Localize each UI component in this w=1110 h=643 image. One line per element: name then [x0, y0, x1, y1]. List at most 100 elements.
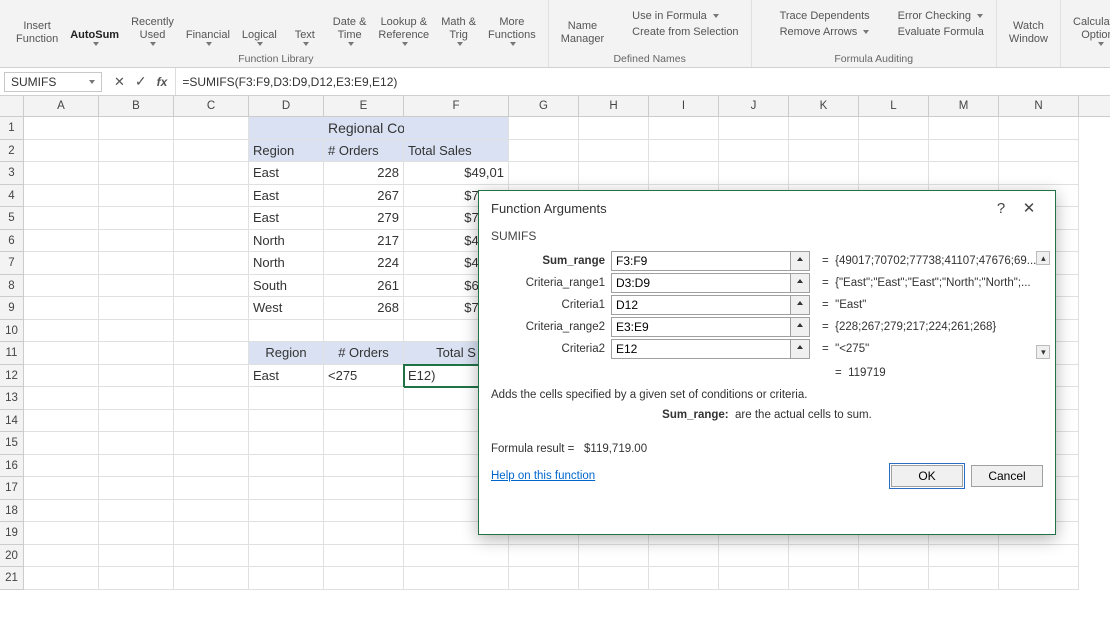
cell[interactable]: 217	[324, 230, 404, 253]
cell[interactable]	[249, 387, 324, 410]
cell[interactable]	[719, 162, 789, 185]
cell[interactable]	[24, 567, 99, 590]
cell[interactable]	[649, 545, 719, 568]
cell[interactable]	[999, 162, 1079, 185]
cell[interactable]	[789, 140, 859, 163]
cell[interactable]	[249, 320, 324, 343]
column-header[interactable]: N	[999, 96, 1079, 116]
insert-function[interactable]: Insert Function	[10, 0, 64, 48]
evaluate-formula[interactable]: Evaluate Formula	[882, 26, 984, 38]
cell[interactable]	[249, 455, 324, 478]
row-header[interactable]: 4	[0, 185, 24, 208]
cell[interactable]	[24, 500, 99, 523]
use-in-formula[interactable]: Use in Formula	[616, 10, 719, 22]
cell[interactable]	[99, 162, 174, 185]
cell[interactable]	[324, 522, 404, 545]
cell[interactable]	[929, 162, 999, 185]
cell[interactable]	[249, 477, 324, 500]
row-header[interactable]: 17	[0, 477, 24, 500]
scroll-up-icon[interactable]: ▴	[1036, 251, 1050, 265]
recently-used[interactable]: Recently Used	[125, 0, 180, 48]
cell[interactable]	[719, 567, 789, 590]
cell[interactable]	[324, 387, 404, 410]
cell[interactable]: Regional Cookie Sales	[324, 117, 404, 140]
cancel-icon[interactable]: ✕	[114, 74, 125, 90]
cell[interactable]	[789, 567, 859, 590]
collapse-dialog-icon[interactable]	[790, 339, 810, 359]
cell[interactable]	[24, 275, 99, 298]
row-header[interactable]: 21	[0, 567, 24, 590]
calculation-options[interactable]: Calculation Options	[1067, 0, 1110, 48]
cell[interactable]: North	[249, 252, 324, 275]
column-header[interactable]: C	[174, 96, 249, 116]
cell[interactable]: 228	[324, 162, 404, 185]
cell[interactable]	[99, 117, 174, 140]
cell[interactable]	[509, 162, 579, 185]
cell[interactable]: # Orders	[324, 140, 404, 163]
cell[interactable]	[174, 252, 249, 275]
cell[interactable]	[719, 545, 789, 568]
cell[interactable]	[174, 297, 249, 320]
arg-input-criteria_range1[interactable]	[611, 273, 791, 293]
collapse-dialog-icon[interactable]	[790, 317, 810, 337]
cell[interactable]	[579, 162, 649, 185]
cell[interactable]	[324, 432, 404, 455]
cell[interactable]	[99, 365, 174, 388]
cell[interactable]	[404, 567, 509, 590]
row-header[interactable]: 6	[0, 230, 24, 253]
cell[interactable]	[99, 477, 174, 500]
cell[interactable]	[249, 117, 324, 140]
trace-dependents[interactable]: Trace Dependents	[764, 10, 870, 22]
cell[interactable]: Region	[249, 342, 324, 365]
close-icon[interactable]: ✕	[1015, 199, 1043, 217]
cell[interactable]	[579, 140, 649, 163]
cell[interactable]	[99, 140, 174, 163]
cell[interactable]	[99, 387, 174, 410]
cell[interactable]	[24, 230, 99, 253]
text[interactable]: Text	[283, 0, 327, 48]
row-header[interactable]: 19	[0, 522, 24, 545]
cell[interactable]	[174, 140, 249, 163]
cell[interactable]	[24, 140, 99, 163]
cell[interactable]	[789, 117, 859, 140]
cell[interactable]	[174, 342, 249, 365]
cell[interactable]	[99, 342, 174, 365]
column-header[interactable]: K	[789, 96, 859, 116]
column-header[interactable]: B	[99, 96, 174, 116]
logical[interactable]: Logical	[236, 0, 283, 48]
cell[interactable]	[324, 500, 404, 523]
row-header[interactable]: 10	[0, 320, 24, 343]
cell[interactable]	[929, 545, 999, 568]
cell[interactable]	[24, 297, 99, 320]
cell[interactable]	[24, 365, 99, 388]
cell[interactable]	[999, 117, 1079, 140]
cell[interactable]	[249, 432, 324, 455]
cell[interactable]: East	[249, 365, 324, 388]
cell[interactable]	[859, 162, 929, 185]
cell[interactable]	[174, 455, 249, 478]
cell[interactable]	[249, 522, 324, 545]
row-header[interactable]: 8	[0, 275, 24, 298]
cell[interactable]	[24, 342, 99, 365]
cell[interactable]: 224	[324, 252, 404, 275]
row-header[interactable]: 18	[0, 500, 24, 523]
cell[interactable]	[859, 545, 929, 568]
row-header[interactable]: 16	[0, 455, 24, 478]
more-functions[interactable]: More Functions	[482, 0, 542, 48]
cancel-button[interactable]: Cancel	[971, 465, 1043, 487]
select-all-corner[interactable]	[0, 96, 24, 117]
autosum[interactable]: AutoSum	[64, 0, 125, 48]
row-header[interactable]: 1	[0, 117, 24, 140]
cell[interactable]	[999, 545, 1079, 568]
cell[interactable]	[99, 410, 174, 433]
cell[interactable]: 279	[324, 207, 404, 230]
column-header[interactable]: I	[649, 96, 719, 116]
cell[interactable]	[999, 140, 1079, 163]
cell[interactable]	[24, 455, 99, 478]
row-header[interactable]: 9	[0, 297, 24, 320]
column-header[interactable]: M	[929, 96, 999, 116]
math-trig[interactable]: Math & Trig	[435, 0, 482, 48]
cell[interactable]	[24, 117, 99, 140]
cell[interactable]	[404, 117, 509, 140]
cell[interactable]	[324, 320, 404, 343]
